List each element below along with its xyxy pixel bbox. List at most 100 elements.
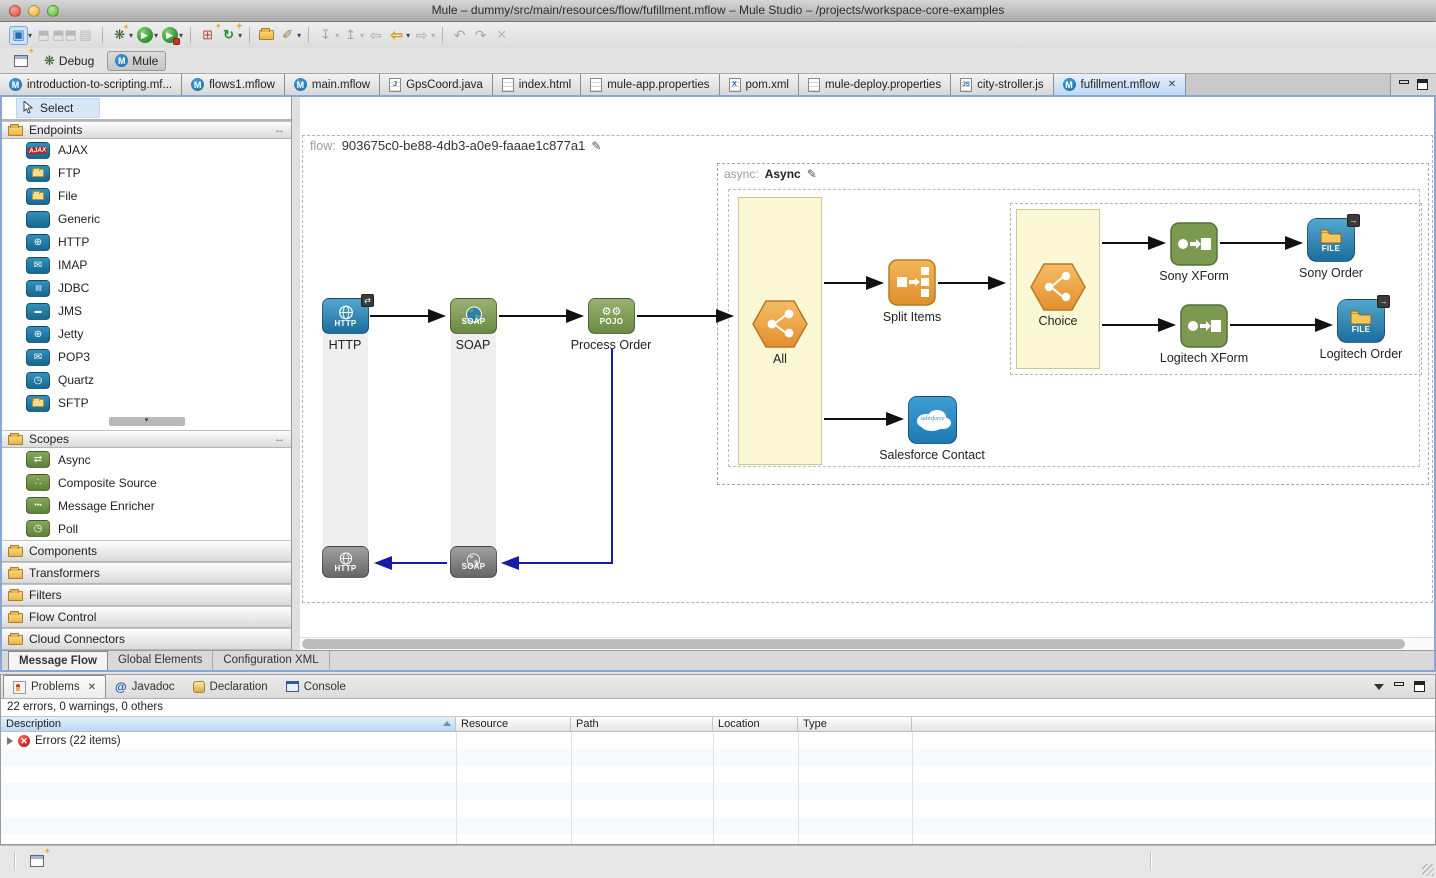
debug-icon[interactable]: ❋✦ [110, 26, 129, 45]
column-path[interactable]: Path [571, 717, 713, 731]
palette-section-endpoints[interactable]: Endpoints ↔ [2, 121, 291, 139]
minimize-editor-icon[interactable] [1399, 80, 1409, 84]
maximize-view-icon[interactable] [1414, 681, 1425, 692]
search-dropdown-icon[interactable]: ▾ [297, 31, 301, 40]
palette-item-generic[interactable]: Generic [2, 208, 291, 231]
palette-item-http[interactable]: ⊕HTTP [2, 231, 291, 254]
new-mule-project-icon[interactable]: ⊞✦ [198, 26, 217, 45]
search-icon[interactable]: ✐ [278, 26, 297, 45]
flow-canvas[interactable]: flow: 903675c0-be88-4db3-a0e9-faaae1c877… [300, 97, 1434, 650]
open-resource-icon[interactable] [257, 26, 276, 45]
tab-global-elements[interactable]: Global Elements [108, 651, 213, 670]
soap-response-node[interactable]: SOAP [450, 546, 497, 578]
palette-section-cloud-connectors[interactable]: Cloud Connectors [2, 628, 291, 650]
perspective-debug[interactable]: ❋ Debug [37, 51, 101, 71]
soap-component-node[interactable]: SOAP [450, 298, 497, 334]
last-edit-location-icon[interactable]: ⇦ [366, 26, 385, 45]
palette-select-tool[interactable]: Select [16, 98, 100, 118]
tab-close-icon[interactable]: ✕ [1168, 79, 1176, 90]
pin-palette-icon[interactable]: ↔ [274, 124, 285, 136]
undo-icon[interactable]: ↶ [450, 26, 469, 45]
redo-icon[interactable]: ↷ [471, 26, 490, 45]
palette-item-ajax[interactable]: AJAXAJAX [2, 139, 291, 162]
zoom-window-button[interactable] [47, 5, 59, 17]
editor-tab-mule-deploy-properties[interactable]: mule-deploy.properties [799, 74, 951, 95]
editor-tab-flows1[interactable]: Mflows1.mflow [182, 74, 285, 95]
run-dropdown-icon[interactable]: ▾ [154, 31, 158, 40]
perspective-mule[interactable]: M Mule [107, 51, 166, 71]
palette-item-quartz[interactable]: ◷Quartz [2, 369, 291, 392]
http-response-node[interactable]: HTTP [322, 546, 369, 578]
palette-section-filters[interactable]: Filters [2, 584, 291, 606]
editor-tab-index-html[interactable]: index.html [493, 74, 581, 95]
new-dropdown-icon[interactable]: ▾ [28, 31, 32, 40]
edit-async-name-icon[interactable]: ✎ [807, 167, 817, 181]
tab-close-icon[interactable]: ✕ [88, 682, 96, 693]
minimize-window-button[interactable] [28, 5, 40, 17]
tab-message-flow[interactable]: Message Flow [8, 651, 108, 670]
update-mule-icon[interactable]: ↻✦ [219, 26, 238, 45]
scrollbar-thumb[interactable] [302, 639, 1405, 649]
back-icon[interactable]: ⇦ [387, 26, 406, 45]
palette-item-pop3[interactable]: ✉POP3 [2, 346, 291, 369]
split-items-node[interactable] [888, 259, 936, 306]
editor-tab-mule-app-properties[interactable]: mule-app.properties [581, 74, 719, 95]
palette-item-jdbc[interactable]: ▤JDBC [2, 277, 291, 300]
choice-router-node[interactable] [1030, 263, 1086, 311]
palette-section-transformers[interactable]: Transformers [2, 562, 291, 584]
palette-item-poll[interactable]: ◷Poll [2, 517, 291, 540]
palette-item-file[interactable]: File [2, 185, 291, 208]
palette-scroll-handle[interactable]: ▾ [2, 417, 291, 426]
edit-flow-name-icon[interactable]: ✎ [591, 139, 601, 153]
editor-tab-introduction-to-scripting[interactable]: Mintroduction-to-scripting.mf... [0, 74, 182, 95]
tab-console[interactable]: Console [277, 675, 355, 698]
editor-tab-fufillment[interactable]: Mfufillment.mflow✕ [1054, 74, 1187, 95]
editor-tab-main[interactable]: Mmain.mflow [285, 74, 380, 95]
update-dropdown-icon[interactable]: ▾ [238, 31, 242, 40]
tab-declaration[interactable]: Declaration [184, 675, 277, 698]
open-perspective-icon[interactable]: ✦ [11, 51, 30, 70]
palette-item-ftp[interactable]: FTP [2, 162, 291, 185]
fast-view-icon[interactable]: ✦ [27, 851, 46, 870]
save-all-icon[interactable]: ⬒⬒ [55, 26, 74, 45]
run-icon[interactable]: ▶ [135, 26, 154, 45]
pin-palette-icon[interactable]: ↔ [274, 433, 285, 445]
logitech-xform-node[interactable] [1180, 304, 1228, 348]
palette-item-sftp[interactable]: SFTP [2, 392, 291, 415]
palette-item-composite-source[interactable]: ∴Composite Source [2, 471, 291, 494]
minimize-view-icon[interactable] [1394, 682, 1404, 686]
palette-section-components[interactable]: Components [2, 540, 291, 562]
canvas-horizontal-scrollbar[interactable] [300, 637, 1434, 650]
print-icon[interactable]: ▤ [76, 26, 95, 45]
forward-icon[interactable]: ⇨ [412, 26, 431, 45]
maximize-editor-icon[interactable] [1417, 79, 1428, 90]
editor-tab-city-stroller[interactable]: JScity-stroller.js [951, 74, 1053, 95]
http-endpoint-node[interactable]: ⇄ HTTP [322, 298, 369, 334]
errors-group-row[interactable]: ✕ Errors (22 items) [1, 732, 1435, 749]
view-menu-icon[interactable] [1374, 684, 1384, 690]
palette-section-flow-control[interactable]: Flow Control [2, 606, 291, 628]
close-window-button[interactable] [9, 5, 21, 17]
sony-order-node[interactable]: → FILE [1307, 218, 1355, 262]
all-router-node[interactable] [752, 300, 808, 348]
next-annotation-icon[interactable]: ↧ [316, 26, 335, 45]
expand-arrow-icon[interactable] [7, 737, 13, 745]
resize-grip[interactable] [1422, 864, 1434, 876]
palette-item-message-enricher[interactable]: ••▪Message Enricher [2, 494, 291, 517]
previous-annotation-icon[interactable]: ↥ [341, 26, 360, 45]
palette-item-imap[interactable]: ✉IMAP [2, 254, 291, 277]
back-dropdown-icon[interactable]: ▾ [406, 31, 410, 40]
palette-item-jetty[interactable]: ⊕Jetty [2, 323, 291, 346]
sony-xform-node[interactable] [1170, 222, 1218, 266]
palette-section-scopes[interactable]: Scopes ↔ [2, 430, 291, 448]
palette-item-jms[interactable]: ▬JMS [2, 300, 291, 323]
tab-javadoc[interactable]: @ Javadoc [106, 675, 184, 698]
delete-icon[interactable]: ✕ [492, 26, 511, 45]
tab-configuration-xml[interactable]: Configuration XML [213, 651, 329, 670]
run-secure-icon[interactable]: ▶ [160, 26, 179, 45]
editor-tab-gpscoord[interactable]: JGpsCoord.java [380, 74, 493, 95]
editor-tab-pom-xml[interactable]: Xpom.xml [720, 74, 799, 95]
logitech-order-node[interactable]: → FILE [1337, 299, 1385, 343]
column-location[interactable]: Location [713, 717, 798, 731]
run-secure-dropdown-icon[interactable]: ▾ [179, 31, 183, 40]
